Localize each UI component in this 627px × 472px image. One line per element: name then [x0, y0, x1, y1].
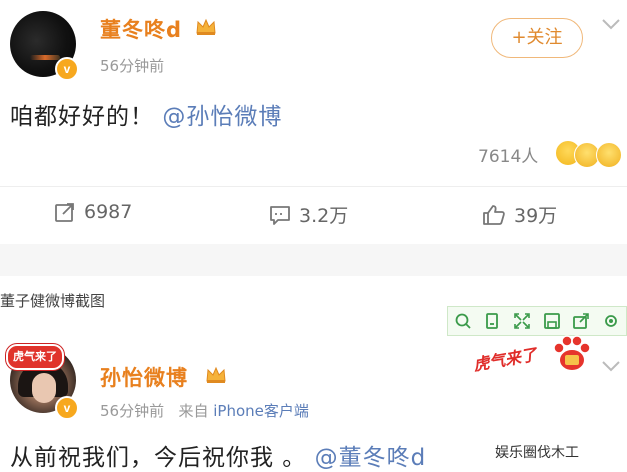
crown-icon [206, 366, 226, 383]
image-toolbar [447, 306, 627, 336]
reaction-count[interactable]: 7614人 [478, 142, 538, 167]
share-icon[interactable] [571, 311, 591, 331]
post-meta: 56分钟前 来自 iPhone客户端 [100, 400, 309, 421]
post-content: 咱都好好的！ @孙怡微博 [10, 97, 282, 131]
copy-icon[interactable] [482, 311, 502, 331]
source-prefix: 来自 [178, 402, 209, 420]
like-count: 39万 [514, 205, 558, 227]
chevron-down-icon[interactable] [601, 357, 621, 378]
comment-button[interactable]: 3.2万 [269, 201, 348, 228]
post-source[interactable]: iPhone客户端 [213, 402, 309, 420]
search-icon[interactable] [453, 311, 473, 331]
post-time: 56分钟前 [100, 402, 165, 420]
post-text: 从前祝我们，今后祝你我 。 [10, 445, 307, 471]
comment-icon [270, 205, 290, 225]
comment-count: 3.2万 [299, 205, 349, 227]
paw-icon [553, 335, 591, 372]
section-gap [0, 244, 627, 276]
save-icon[interactable] [542, 311, 562, 331]
repost-count: 6987 [84, 201, 133, 223]
smile-emoji-icon [596, 142, 622, 168]
verified-badge-icon: v [55, 396, 79, 420]
avatar-sticker: 虎气来了 [6, 344, 64, 370]
like-button[interactable]: 39万 [482, 201, 557, 228]
repost-icon [55, 203, 74, 222]
settings-icon[interactable] [601, 311, 621, 331]
post-text: 咱都好好的！ [10, 104, 154, 130]
username[interactable]: 孙怡微博 [100, 362, 188, 392]
mention-link[interactable]: @董冬咚d [315, 445, 427, 471]
username[interactable]: 董冬咚d [100, 14, 182, 44]
chevron-down-icon[interactable] [601, 15, 621, 36]
divider [0, 186, 627, 187]
watermark: 娱乐圈伐木工 [493, 442, 581, 462]
fullscreen-icon[interactable] [512, 311, 532, 331]
verified-badge-icon: v [55, 57, 79, 81]
follow-button[interactable]: +关注 [491, 18, 583, 58]
post-time: 56分钟前 [100, 57, 165, 75]
thumbs-up-icon [483, 204, 505, 225]
repost-button[interactable]: 6987 [54, 201, 132, 223]
crown-icon [196, 18, 216, 35]
post-content: 从前祝我们，今后祝你我 。 @董冬咚d [10, 438, 426, 472]
caption: 董子健微博截图 [0, 292, 106, 310]
mention-link[interactable]: @孙怡微博 [162, 104, 282, 130]
